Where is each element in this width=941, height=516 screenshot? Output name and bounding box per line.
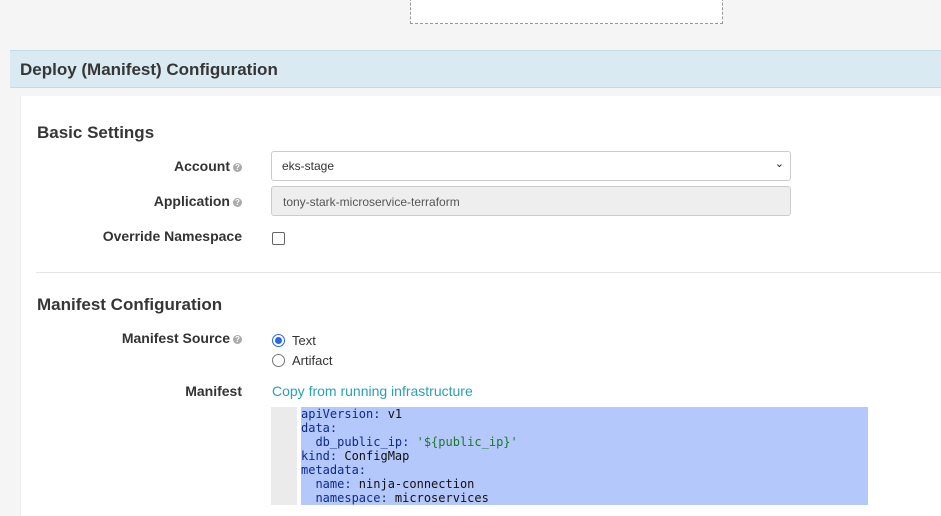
code-line: data: — [301, 421, 338, 435]
account-select[interactable]: eks-stage ⌄ — [271, 151, 791, 181]
help-icon[interactable]: ? — [233, 198, 242, 207]
code-line: name: ninja-connection — [315, 477, 475, 491]
code-line: apiVersion: v1 — [301, 407, 403, 421]
manifest-label: Manifest — [185, 383, 242, 399]
application-label: Application? — [21, 193, 242, 209]
manifest-source-text-label[interactable]: Text — [292, 333, 316, 348]
chevron-down-icon: ⌄ — [774, 158, 784, 170]
code-line: namespace: microservices — [315, 491, 489, 505]
manifest-source-text-radio[interactable] — [272, 334, 285, 347]
config-panel: Basic Settings Account? eks-stage ⌄ Appl… — [20, 96, 941, 516]
manifest-source-artifact-label[interactable]: Artifact — [292, 353, 332, 368]
application-field-value: tony-stark-microservice-terraform — [283, 195, 460, 209]
account-select-value: eks-stage — [282, 159, 335, 173]
code-line: db_public_ip: '${public_ip}' — [315, 435, 518, 449]
application-field: tony-stark-microservice-terraform — [271, 186, 791, 216]
override-namespace-label: Override Namespace — [102, 228, 242, 244]
manifest-configuration-title: Manifest Configuration — [37, 295, 223, 314]
drop-zone — [410, 0, 723, 24]
code-line: metadata: — [301, 463, 367, 477]
account-label: Account? — [21, 158, 242, 174]
code-line: kind: ConfigMap — [301, 449, 410, 463]
editor-gutter — [271, 407, 297, 505]
override-namespace-checkbox[interactable] — [272, 232, 285, 245]
manifest-editor[interactable]: apiVersion: v1 data: db_public_ip: '${pub… — [271, 407, 868, 505]
help-icon[interactable]: ? — [233, 163, 242, 172]
manifest-source-artifact-radio[interactable] — [272, 354, 285, 367]
stage-config-header: Deploy (Manifest) Configuration — [10, 50, 941, 88]
section-divider — [36, 272, 941, 273]
manifest-source-label: Manifest Source? — [21, 330, 242, 346]
help-icon[interactable]: ? — [233, 335, 242, 344]
manifest-code[interactable]: apiVersion: v1 data: db_public_ip: '${pub… — [301, 407, 868, 505]
basic-settings-title: Basic Settings — [37, 123, 155, 142]
stage-config-title: Deploy (Manifest) Configuration — [20, 60, 278, 79]
copy-from-infrastructure-link[interactable]: Copy from running infrastructure — [272, 383, 473, 399]
